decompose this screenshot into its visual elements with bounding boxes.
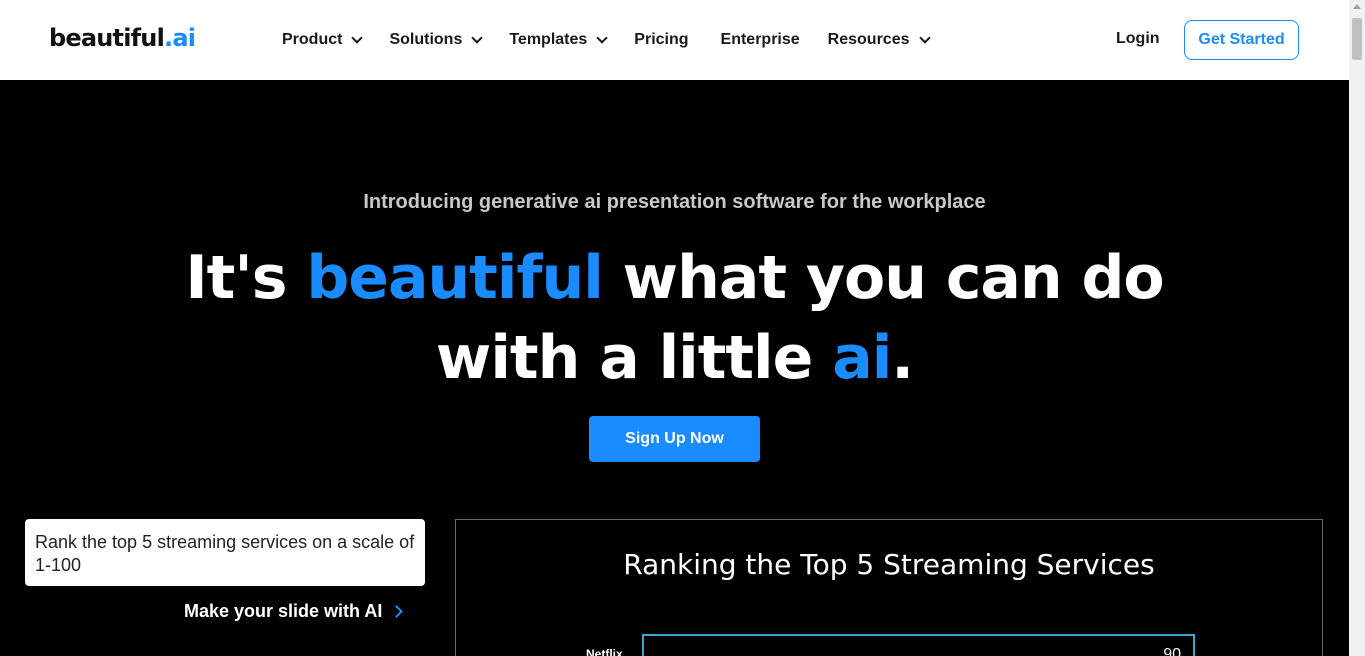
chevron-down-icon [351, 31, 364, 44]
scroll-up-icon[interactable] [1353, 4, 1361, 9]
headline-text: what you can do [602, 243, 1165, 313]
sign-up-button[interactable]: Sign Up Now [589, 416, 760, 462]
chevron-right-icon [390, 605, 404, 618]
site-header: beautiful.ai Product Solutions Templates… [0, 0, 1349, 80]
headline-text: with a little [435, 323, 833, 393]
nav-item-label: Solutions [389, 31, 463, 48]
nav-item-resources[interactable]: Resources [827, 31, 931, 49]
chevron-down-icon [471, 31, 484, 44]
nav-item-solutions[interactable]: Solutions [389, 31, 484, 49]
scroll-thumb[interactable] [1352, 18, 1362, 60]
slide-preview: Ranking the Top 5 Streaming Services Net… [455, 519, 1323, 656]
ranking-bar: 90 [642, 634, 1195, 656]
bar-value: 90 [1163, 646, 1181, 656]
nav-item-pricing[interactable]: Pricing [634, 31, 688, 49]
headline-text: . [891, 323, 914, 393]
page-scrollbar[interactable] [1349, 0, 1365, 656]
brand-logo[interactable]: beautiful.ai [49, 24, 196, 52]
nav-item-label: Product [282, 31, 343, 48]
ai-prompt-box[interactable]: Rank the top 5 streaming services on a s… [25, 519, 425, 586]
nav-item-label: Templates [509, 31, 588, 48]
make-slide-label: Make your slide with AI [184, 601, 383, 621]
headline-highlight: beautiful [306, 243, 603, 313]
nav-item-label: Pricing [634, 31, 689, 48]
main-nav: Product Solutions Templates Pricing Ente… [282, 0, 957, 80]
nav-item-product[interactable]: Product [282, 31, 364, 49]
hero-intro: Introducing generative ai presentation s… [363, 191, 986, 213]
slide-title: Ranking the Top 5 Streaming Services [623, 548, 1155, 581]
nav-item-enterprise[interactable]: Enterprise [721, 31, 800, 49]
headline-text: It's [185, 243, 307, 313]
nav-item-label: Resources [827, 31, 910, 48]
login-link[interactable]: Login [1116, 30, 1160, 48]
logo-ai: .ai [164, 24, 196, 52]
bar-label: Netflix [586, 647, 623, 656]
nav-item-templates[interactable]: Templates [509, 31, 608, 49]
nav-item-label: Enterprise [720, 31, 800, 48]
get-started-button[interactable]: Get Started [1184, 20, 1299, 60]
headline-highlight: ai [832, 323, 892, 393]
chevron-down-icon [596, 31, 608, 44]
make-slide-link[interactable]: Make your slide with AI [184, 601, 404, 622]
hero-headline: It's beautiful what you can do with a li… [0, 238, 1349, 398]
logo-text: beautiful [49, 24, 165, 52]
chevron-down-icon [918, 31, 931, 44]
